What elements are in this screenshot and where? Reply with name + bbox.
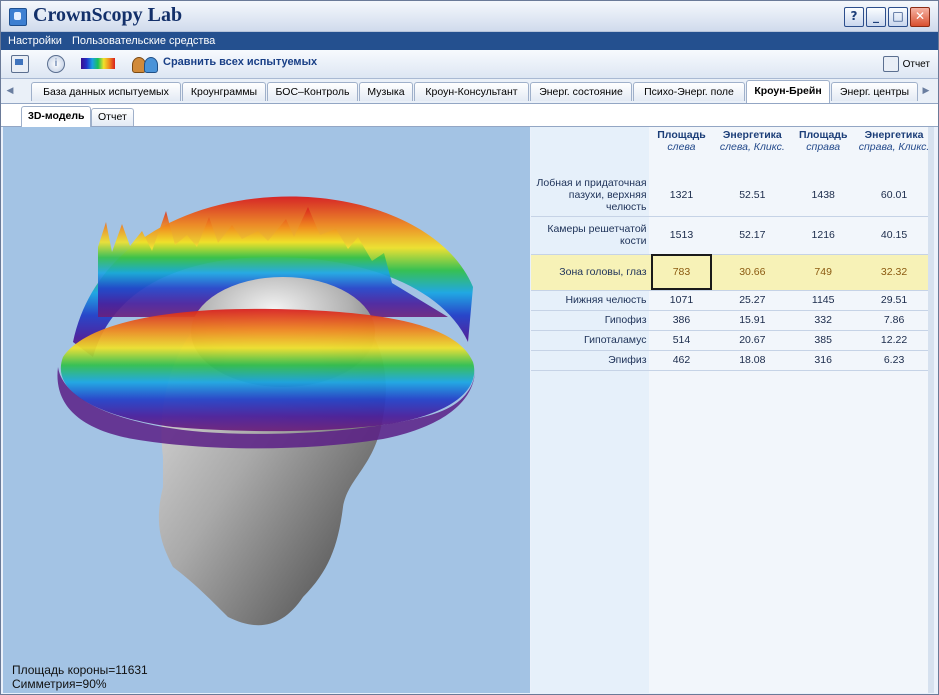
tab-crown-consultant[interactable]: Кроун-Консультант (414, 82, 529, 101)
table-cell[interactable]: 749 (792, 254, 855, 291)
info-icon[interactable]: i (47, 55, 65, 73)
table-cell[interactable]: 52.17 (712, 216, 793, 255)
row-label: Гипоталамус (531, 330, 651, 351)
3d-viewport[interactable]: Площадь короны=11631 Симметрия=90% (3, 127, 530, 693)
close-button[interactable]: ✕ (910, 7, 930, 27)
selected-cell[interactable]: 783 (650, 254, 713, 291)
tab-crowngrams[interactable]: Кроунграммы (182, 82, 266, 101)
tab-energy-centers[interactable]: Энерг. центры (831, 82, 918, 101)
table-cell[interactable]: 15.91 (712, 310, 793, 331)
menu-bar: Настройки Пользовательские средства (1, 32, 938, 50)
table-row[interactable]: Эпифиз 462 18.08 316 6.23 (531, 350, 934, 371)
table-row[interactable]: Нижняя челюсть 1071 25.27 1145 29.51 (531, 290, 934, 311)
table-row[interactable]: Лобная и придаточная пазухи, верхняя чел… (531, 174, 934, 217)
toolbar: i Сравнить всех испытуемых Отчет (1, 50, 938, 79)
row-label: Лобная и придаточная пазухи, верхняя чел… (531, 174, 651, 217)
table-cell[interactable]: 60.01 (854, 174, 934, 217)
row-label: Эпифиз (531, 350, 651, 371)
table-cell[interactable]: 6.23 (854, 350, 934, 371)
table-cell[interactable]: 25.27 (712, 290, 793, 311)
table-cell[interactable]: 385 (792, 330, 855, 351)
table-cell[interactable]: 462 (650, 350, 713, 371)
app-icon (9, 8, 27, 26)
table-cell[interactable]: 7.86 (854, 310, 934, 331)
table-cell[interactable]: 40.15 (854, 216, 934, 255)
table-cell[interactable]: 12.22 (854, 330, 934, 351)
title-bar: CrownScopy Lab ? _ □ ✕ (1, 1, 938, 32)
zones-table: Площадь слева Энергетика слева, Кликс. Пло… (531, 127, 934, 371)
table-cell[interactable]: 332 (792, 310, 855, 331)
table-cell[interactable]: 20.67 (712, 330, 793, 351)
table-cell[interactable]: 1071 (650, 290, 713, 311)
col-header-energy-left: Энергетика слева, Кликс. (719, 129, 785, 153)
zones-table-pane: Площадь слева Энергетика слева, Кликс. Пло… (531, 127, 934, 693)
spectrum-icon[interactable] (81, 58, 115, 69)
compare-all-button[interactable]: Сравнить всех испытуемых (163, 56, 317, 74)
table-row[interactable]: Камеры решетчатой кости 1513 52.17 1216 … (531, 216, 934, 255)
tab-music[interactable]: Музыка (359, 82, 413, 101)
col-header-energy-right: Энергетика справа, Кликс. (858, 129, 930, 153)
table-cell[interactable]: 316 (792, 350, 855, 371)
table-cell[interactable]: 1438 (792, 174, 855, 217)
table-row-selected[interactable]: Зона головы, глаз 783 30.66 749 32.32 (531, 254, 934, 291)
crown-ring-front (60, 308, 475, 432)
app-window: CrownScopy Lab ? _ □ ✕ Настройки Пользов… (0, 0, 939, 695)
report-icon (882, 56, 899, 72)
table-cell[interactable]: 1321 (650, 174, 713, 217)
table-cell[interactable]: 29.51 (854, 290, 934, 311)
print-icon[interactable] (11, 55, 29, 73)
table-cell[interactable]: 1513 (650, 216, 713, 255)
report-label: Отчет (902, 58, 930, 70)
sub-tabs: 3D-модель Отчет (1, 104, 938, 127)
table-cell[interactable]: 32.32 (854, 254, 934, 291)
scrollbar[interactable] (928, 127, 934, 693)
main-tabs: ◀ База данных испытуемых Кроунграммы БОС… (1, 79, 938, 104)
crown-3d-model[interactable] (3, 127, 530, 693)
table-cell[interactable]: 18.08 (712, 350, 793, 371)
crown-stats: Площадь короны=11631 Симметрия=90% (12, 663, 148, 691)
table-cell[interactable]: 386 (650, 310, 713, 331)
tab-subjects-db[interactable]: База данных испытуемых (31, 82, 181, 101)
tab-energy-state[interactable]: Энерг. состояние (530, 82, 632, 101)
label-header (531, 127, 651, 174)
symmetry-text: Симметрия=90% (12, 677, 107, 691)
window-title: CrownScopy Lab (33, 4, 183, 26)
tab-bos-control[interactable]: БОС–Контроль (267, 82, 358, 101)
report-button[interactable]: Отчет (882, 55, 930, 73)
tab-crown-brain[interactable]: Кроун-Брейн (746, 80, 830, 103)
row-label: Зона головы, глаз (531, 254, 651, 291)
menu-settings[interactable]: Настройки (8, 32, 62, 50)
crown-area-text: Площадь короны=11631 (12, 663, 148, 677)
maximize-button[interactable]: □ (888, 7, 908, 27)
tab-scroll-right-icon[interactable]: ▶ (920, 82, 932, 99)
table-cell[interactable]: 30.66 (712, 254, 793, 291)
table-row[interactable]: Гипофиз 386 15.91 332 7.86 (531, 310, 934, 331)
table-cell[interactable]: 1145 (792, 290, 855, 311)
col-header-area-left: Площадь слева (657, 129, 706, 153)
table-cell[interactable]: 514 (650, 330, 713, 351)
table-cell[interactable]: 52.51 (712, 174, 793, 217)
col-header-area-right: Площадь справа (798, 129, 848, 153)
people-icon[interactable] (132, 55, 160, 73)
row-label: Гипофиз (531, 310, 651, 331)
subtab-3d-model[interactable]: 3D-модель (21, 106, 92, 127)
menu-user-tools[interactable]: Пользовательские средства (72, 32, 215, 50)
subtab-report[interactable]: Отчет (91, 108, 134, 126)
table-row[interactable]: Гипоталамус 514 20.67 385 12.22 (531, 330, 934, 351)
table-cell[interactable]: 1216 (792, 216, 855, 255)
row-label: Нижняя челюсть (531, 290, 651, 311)
tab-scroll-left-icon[interactable]: ◀ (4, 82, 16, 99)
help-button[interactable]: ? (844, 7, 864, 27)
tab-psycho-energy-field[interactable]: Психо-Энерг. поле (633, 82, 745, 101)
minimize-button[interactable]: _ (866, 7, 886, 27)
row-label: Камеры решетчатой кости (531, 216, 651, 255)
